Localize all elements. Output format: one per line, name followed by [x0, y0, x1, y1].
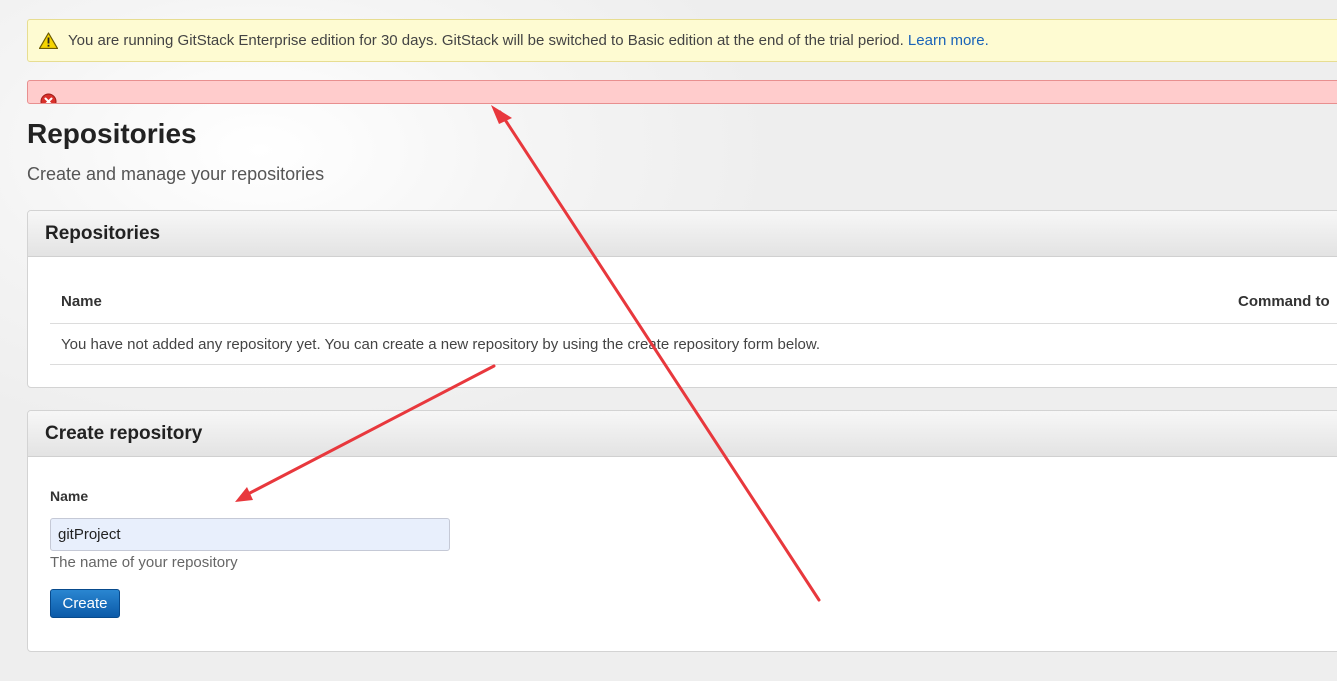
error-icon	[40, 93, 57, 103]
repositories-panel: Repositories Name Command to You have no…	[27, 210, 1337, 388]
page-title: Repositories	[27, 118, 197, 149]
column-header-command: Command to	[1238, 293, 1330, 310]
error-message-bar	[27, 80, 1337, 104]
table-divider	[50, 323, 1337, 324]
annotation-arrowhead	[491, 105, 512, 124]
repository-name-input[interactable]	[50, 518, 450, 551]
table-divider	[50, 364, 1337, 365]
repository-name-label: Name	[50, 488, 89, 504]
create-repository-panel: Create repository Name The name of your …	[27, 410, 1337, 652]
empty-repositories-message: You have not added any repository yet. Y…	[61, 336, 821, 353]
page-subtitle: Create and manage your repositories	[27, 164, 325, 184]
create-button[interactable]: Create	[50, 589, 120, 618]
trial-notice-message: You are running GitStack Enterprise edit…	[68, 32, 904, 49]
warning-icon	[39, 32, 58, 49]
learn-more-link[interactable]: Learn more.	[908, 32, 989, 49]
trial-notice-text: You are running GitStack Enterprise edit…	[68, 20, 989, 62]
column-header-name: Name	[61, 293, 102, 310]
repositories-panel-title: Repositories	[28, 211, 1337, 257]
trial-notice: You are running GitStack Enterprise edit…	[27, 19, 1337, 62]
create-repository-panel-title: Create repository	[28, 411, 1337, 457]
repository-name-help: The name of your repository	[50, 554, 238, 571]
